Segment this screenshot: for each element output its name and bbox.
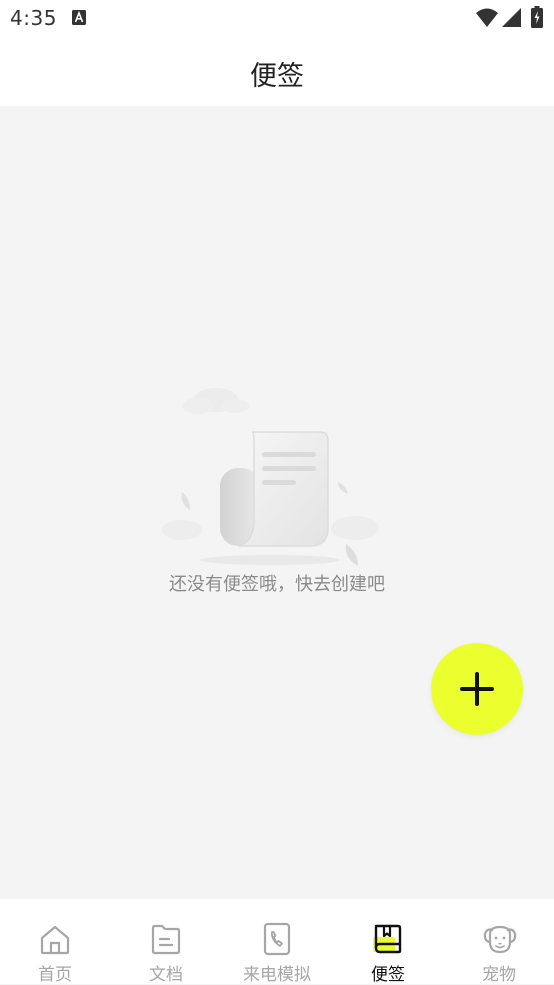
text-a-icon xyxy=(72,10,86,25)
nav-label: 文档 xyxy=(149,965,183,985)
empty-message: 还没有便签哦，快去创建吧 xyxy=(169,574,385,595)
nav-label: 首页 xyxy=(38,965,72,985)
home-icon xyxy=(39,922,71,956)
status-time: 4:35 xyxy=(10,6,57,30)
signal-icon xyxy=(502,8,522,28)
document-illustration-icon xyxy=(160,380,390,575)
page-title: 便签 xyxy=(250,61,304,92)
wifi-icon xyxy=(476,8,498,28)
pet-face-icon xyxy=(483,922,517,956)
nav-item-pet[interactable]: 宠物 xyxy=(444,899,554,985)
nav-item-home[interactable]: 首页 xyxy=(0,899,110,985)
nav-item-documents[interactable]: 文档 xyxy=(111,899,221,985)
add-note-button[interactable] xyxy=(431,643,523,735)
document-folder-icon xyxy=(150,922,182,956)
bottom-nav: 首页 文档 来电模拟 便签 宠物 xyxy=(0,899,554,985)
status-bar: 4:35 xyxy=(0,0,554,40)
battery-icon xyxy=(531,6,543,28)
nav-label: 来电模拟 xyxy=(243,965,311,985)
app-header: 便签 xyxy=(0,40,554,106)
phone-icon xyxy=(261,922,293,956)
nav-item-notes[interactable]: 便签 xyxy=(333,899,443,985)
plus-icon xyxy=(460,672,494,706)
notebook-icon xyxy=(372,922,404,956)
nav-item-call-simulation[interactable]: 来电模拟 xyxy=(222,899,332,985)
nav-label: 便签 xyxy=(371,965,405,985)
nav-label: 宠物 xyxy=(482,965,516,985)
